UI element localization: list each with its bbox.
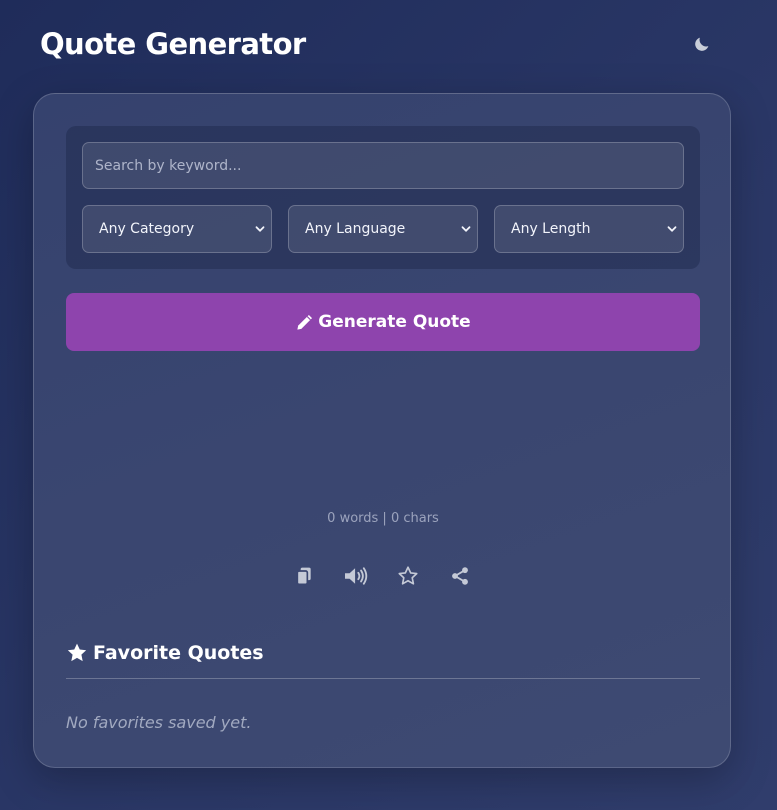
app-header: Quote Generator <box>40 26 737 66</box>
favorite-button[interactable] <box>394 562 422 590</box>
search-input[interactable] <box>82 142 684 189</box>
generate-quote-button[interactable]: Generate Quote <box>66 293 700 351</box>
pencil-icon <box>295 313 314 332</box>
copy-button[interactable] <box>290 562 318 590</box>
star-outline-icon <box>398 566 418 585</box>
language-select[interactable]: Any Language <box>288 205 478 253</box>
chevron-down-icon <box>667 226 677 232</box>
filter-panel: Any Category Any Language Any Length <box>66 126 700 269</box>
quote-actions <box>290 562 478 590</box>
generate-quote-label: Generate Quote <box>318 312 471 332</box>
speak-button[interactable] <box>342 562 370 590</box>
chevron-down-icon <box>461 226 471 232</box>
category-select[interactable]: Any Category <box>82 205 272 253</box>
chevron-down-icon <box>255 226 265 232</box>
quote-card: Any Category Any Language Any Length Ge <box>33 93 731 768</box>
favorites-title: Favorite Quotes <box>93 642 264 664</box>
speaker-icon <box>345 567 368 585</box>
favorites-empty-message: No favorites saved yet. <box>66 713 252 732</box>
theme-toggle-button[interactable] <box>689 31 715 57</box>
page-title: Quote Generator <box>40 27 306 61</box>
length-select[interactable]: Any Length <box>494 205 684 253</box>
quote-stats: 0 words | 0 chars <box>327 511 439 526</box>
category-select-value: Any Category <box>99 221 195 237</box>
star-icon <box>66 642 88 664</box>
moon-icon <box>695 37 709 51</box>
favorites-heading: Favorite Quotes <box>66 639 264 667</box>
length-select-value: Any Length <box>511 221 591 237</box>
share-button[interactable] <box>446 562 474 590</box>
copy-icon <box>296 567 311 586</box>
divider <box>66 678 700 679</box>
share-icon <box>452 567 468 585</box>
language-select-value: Any Language <box>305 221 406 237</box>
